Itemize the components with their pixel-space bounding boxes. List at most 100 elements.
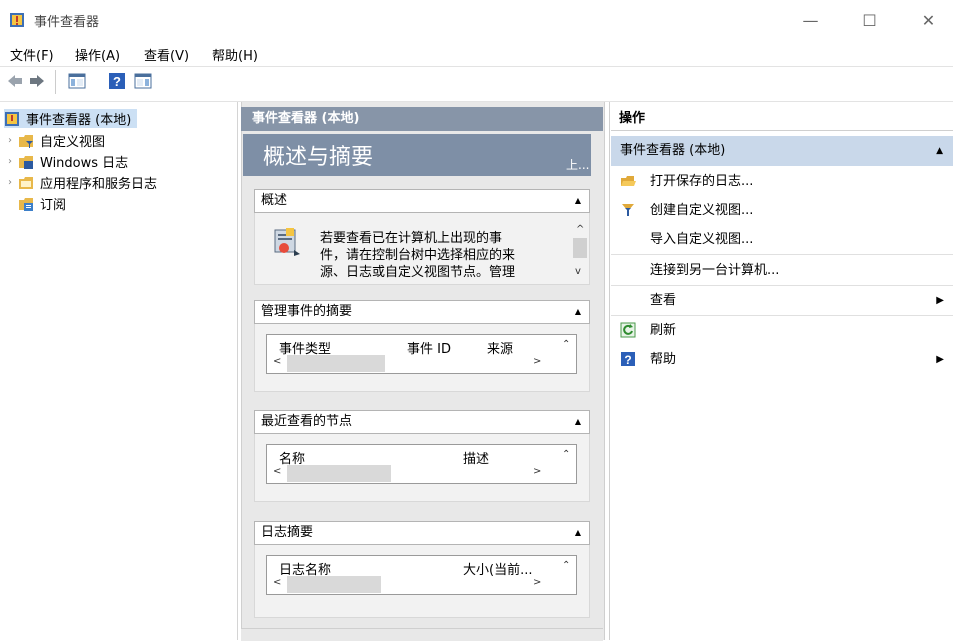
action-refresh[interactable]: 刷新 bbox=[611, 316, 953, 345]
toolbar-separator bbox=[55, 70, 56, 94]
section-body-log-summary: 日志名称 大小(当前... ⌃ < > bbox=[254, 545, 590, 618]
scroll-left-icon[interactable]: < bbox=[273, 466, 281, 477]
tree-item-label: Windows 日志 bbox=[40, 156, 129, 171]
tree-item-windows-logs[interactable]: › Windows 日志 bbox=[4, 152, 128, 171]
section-body-recent-nodes: 名称 描述 ⌃ < > bbox=[254, 434, 590, 502]
close-button[interactable]: ✕ bbox=[906, 0, 951, 40]
collapse-caret-icon[interactable]: ▲ bbox=[575, 190, 581, 212]
horizontal-scrollbar[interactable]: < > bbox=[271, 355, 541, 372]
section-title: 最近查看的节点 bbox=[261, 414, 353, 429]
window-title: 事件查看器 bbox=[34, 15, 100, 30]
action-separator bbox=[611, 254, 953, 255]
horizontal-scrollbar[interactable]: < > bbox=[271, 576, 541, 593]
vertical-scroll-icon[interactable]: ⌃ bbox=[562, 339, 570, 350]
action-help[interactable]: ? 帮助 ▶ bbox=[611, 345, 953, 374]
tree-item-app-service-logs[interactable]: › 应用程序和服务日志 bbox=[4, 173, 157, 192]
minimize-button[interactable]: — bbox=[788, 0, 833, 40]
action-label: 连接到另一台计算机... bbox=[650, 263, 780, 278]
tree-item-label: 自定义视图 bbox=[40, 135, 106, 150]
menu-view[interactable]: 查看(V) bbox=[144, 45, 189, 64]
console-tree: 事件查看器 (本地) › 自定义视图 › Windows 日志 › 应用程序和服… bbox=[0, 102, 238, 640]
forward-arrow-icon[interactable] bbox=[28, 72, 46, 90]
actions-subheader[interactable]: 事件查看器 (本地) ▲ bbox=[611, 136, 953, 166]
menu-action[interactable]: 操作(A) bbox=[75, 45, 120, 64]
scroll-right-icon[interactable]: > bbox=[533, 466, 541, 477]
section-header-log-summary[interactable]: 日志摘要 ▲ bbox=[254, 521, 590, 545]
overview-text-line-2: 件，请在控制台树中选择相应的来 bbox=[320, 248, 516, 263]
maximize-button[interactable]: ☐ bbox=[847, 0, 892, 40]
action-label: 刷新 bbox=[650, 323, 677, 338]
collapse-caret-icon[interactable]: ▲ bbox=[575, 301, 581, 323]
action-view[interactable]: 查看 ▶ bbox=[611, 286, 953, 315]
section-header-recent-nodes[interactable]: 最近查看的节点 ▲ bbox=[254, 410, 590, 434]
event-viewer-icon bbox=[5, 111, 19, 126]
admin-events-grid[interactable]: 事件类型 事件 ID 来源 ⌃ < > bbox=[266, 334, 577, 374]
section-body-admin-events: 事件类型 事件 ID 来源 ⌃ < > bbox=[254, 324, 590, 392]
menu-bar bbox=[0, 40, 953, 66]
back-arrow-icon[interactable] bbox=[6, 72, 24, 90]
folder-icon bbox=[19, 176, 33, 189]
action-label: 导入自定义视图... bbox=[650, 232, 754, 247]
collapse-caret-icon[interactable]: ▲ bbox=[936, 136, 943, 166]
menu-help[interactable]: 帮助(H) bbox=[212, 45, 258, 64]
subscription-icon bbox=[19, 197, 33, 211]
menu-file[interactable]: 文件(F) bbox=[10, 45, 54, 64]
tree-item-subscriptions[interactable]: 订阅 bbox=[4, 194, 66, 213]
action-open-saved-log[interactable]: 打开保存的日志... bbox=[611, 167, 953, 196]
scroll-down-icon[interactable]: v bbox=[575, 266, 581, 277]
svg-text:?: ? bbox=[113, 74, 121, 89]
submenu-arrow-icon: ▶ bbox=[936, 295, 944, 306]
expand-chevron-icon[interactable]: › bbox=[4, 156, 16, 167]
tree-item-label: 订阅 bbox=[40, 198, 67, 213]
action-label: 创建自定义视图... bbox=[650, 203, 754, 218]
scroll-right-icon[interactable]: > bbox=[533, 577, 541, 588]
action-import-custom-view[interactable]: 导入自定义视图... bbox=[611, 225, 953, 254]
show-hide-action-pane-icon[interactable] bbox=[134, 72, 152, 90]
scroll-thumb[interactable] bbox=[287, 465, 391, 482]
action-label: 打开保存的日志... bbox=[650, 174, 754, 189]
scroll-left-icon[interactable]: < bbox=[273, 577, 281, 588]
scroll-up-icon[interactable]: ^ bbox=[576, 224, 584, 235]
scroll-left-icon[interactable]: < bbox=[273, 356, 281, 367]
middle-pane-footer bbox=[241, 628, 603, 641]
section-title: 日志摘要 bbox=[261, 525, 314, 540]
banner-up-link[interactable]: 上... bbox=[566, 156, 589, 173]
collapse-caret-icon[interactable]: ▲ bbox=[575, 522, 581, 544]
overview-text-line-1: 若要查看已在计算机上出现的事 bbox=[320, 231, 503, 246]
refresh-icon bbox=[620, 322, 636, 338]
vertical-scroll-icon[interactable]: ⌃ bbox=[562, 449, 570, 460]
expand-chevron-icon[interactable]: › bbox=[4, 135, 16, 146]
log-summary-grid[interactable]: 日志名称 大小(当前... ⌃ < > bbox=[266, 555, 577, 595]
action-create-custom-view[interactable]: 创建自定义视图... bbox=[611, 196, 953, 225]
section-title: 概述 bbox=[261, 193, 288, 208]
submenu-arrow-icon: ▶ bbox=[936, 354, 944, 365]
vertical-scroll-icon[interactable]: ⌃ bbox=[562, 560, 570, 571]
tree-root-event-viewer-local[interactable]: 事件查看器 (本地) bbox=[4, 109, 138, 128]
banner-title: 概述与摘要 bbox=[263, 145, 374, 170]
actions-subheader-label: 事件查看器 (本地) bbox=[620, 143, 726, 158]
show-hide-console-tree-icon[interactable] bbox=[68, 72, 86, 90]
section-title: 管理事件的摘要 bbox=[261, 304, 353, 319]
section-body-overview: 若要查看已在计算机上出现的事 件，请在控制台树中选择相应的来 源、日志或自定义视… bbox=[254, 213, 590, 285]
actions-header: 操作 bbox=[611, 107, 953, 131]
help-icon[interactable]: ? bbox=[108, 72, 126, 90]
section-header-admin-events[interactable]: 管理事件的摘要 ▲ bbox=[254, 300, 590, 324]
recent-nodes-grid[interactable]: 名称 描述 ⌃ < > bbox=[266, 444, 577, 484]
overview-vertical-scrollbar[interactable]: ^ v bbox=[571, 222, 589, 282]
action-label: 帮助 bbox=[650, 352, 677, 367]
scroll-right-icon[interactable]: > bbox=[533, 356, 541, 367]
expand-chevron-icon[interactable]: › bbox=[4, 177, 16, 188]
event-viewer-app-icon bbox=[10, 13, 24, 27]
horizontal-scrollbar[interactable]: < > bbox=[271, 465, 541, 482]
action-label: 查看 bbox=[650, 293, 677, 308]
folder-filter-icon bbox=[19, 134, 33, 148]
tree-item-custom-views[interactable]: › 自定义视图 bbox=[4, 131, 105, 150]
scroll-thumb[interactable] bbox=[287, 576, 381, 593]
scroll-thumb[interactable] bbox=[573, 238, 587, 258]
collapse-caret-icon[interactable]: ▲ bbox=[575, 411, 581, 433]
scroll-thumb[interactable] bbox=[287, 355, 385, 372]
action-connect-another-computer[interactable]: 连接到另一台计算机... bbox=[611, 256, 953, 285]
section-header-overview[interactable]: 概述 ▲ bbox=[254, 189, 590, 213]
folder-open-icon bbox=[621, 176, 636, 186]
svg-text:?: ? bbox=[624, 353, 631, 367]
